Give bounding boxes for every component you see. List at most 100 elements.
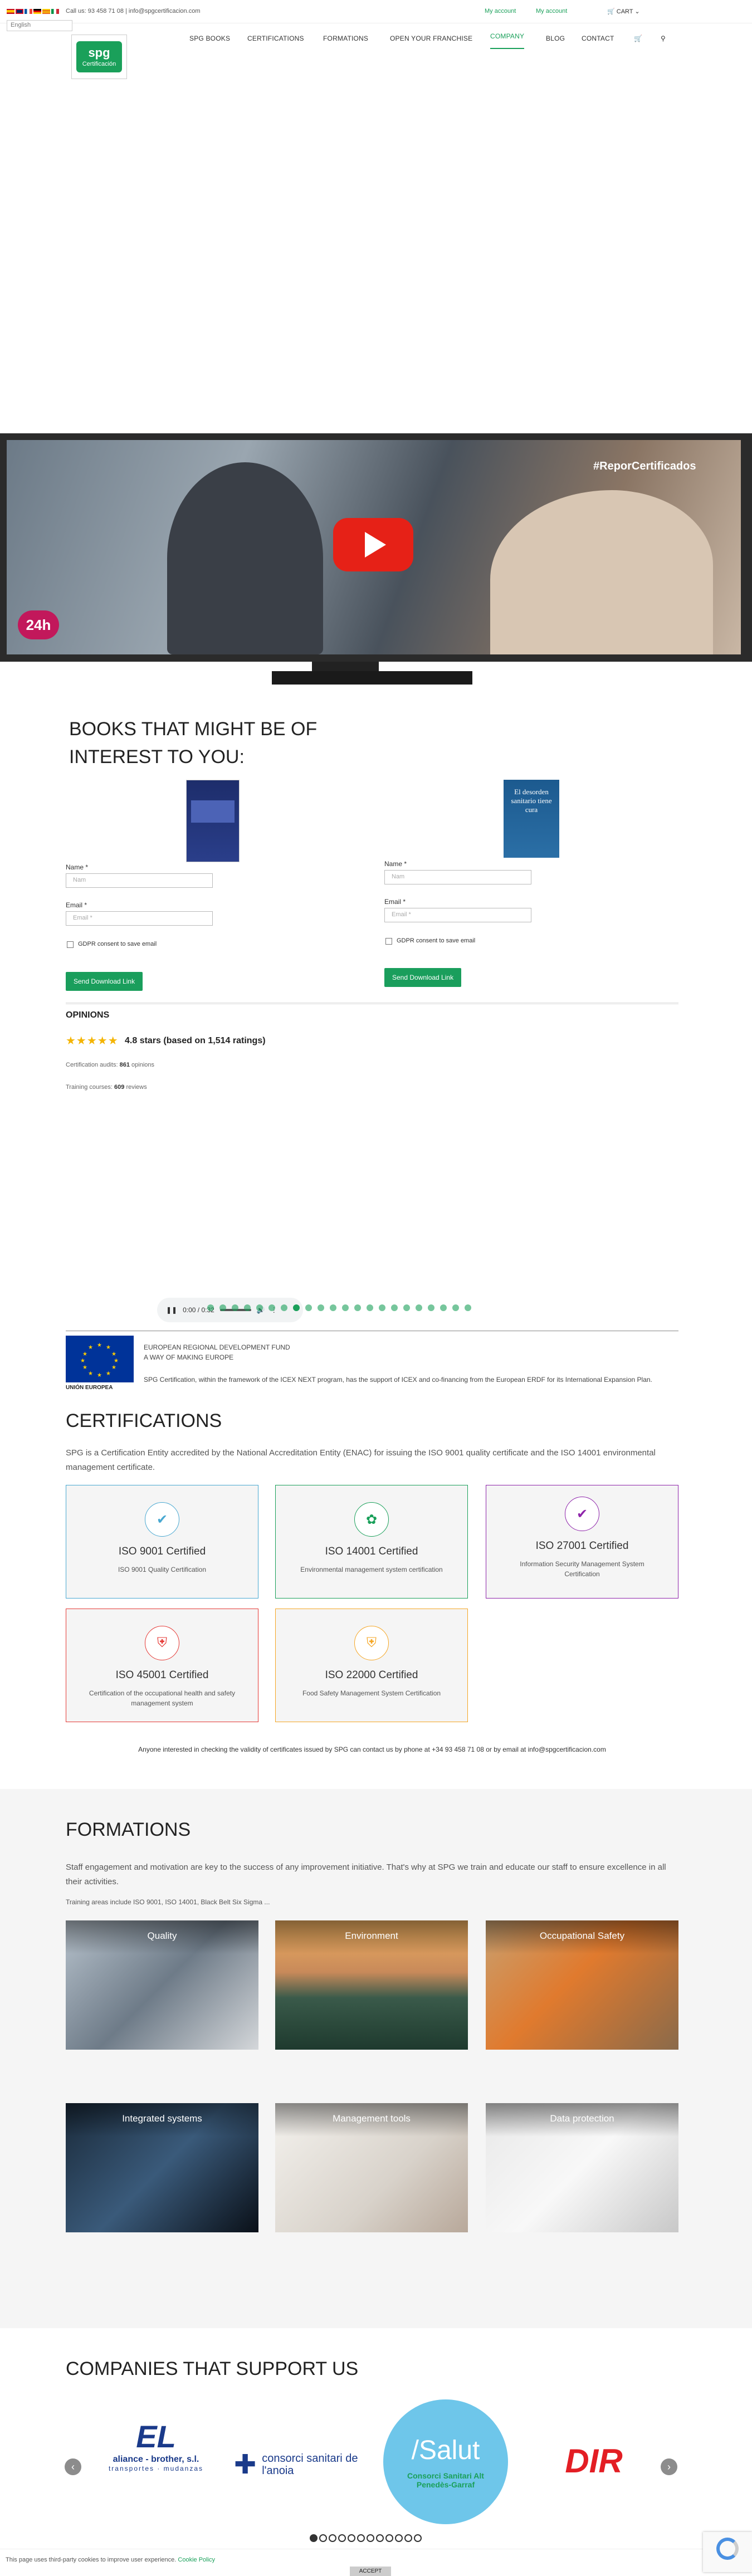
carousel-dot[interactable] [318,1304,324,1311]
cert-card-iso9001[interactable]: ✔ ISO 9001 Certified ISO 9001 Quality Ce… [66,1485,258,1599]
carousel-dot[interactable] [256,1304,263,1311]
search-icon[interactable]: ⚲ [661,35,666,42]
language-select[interactable]: English [7,20,72,31]
carousel-dot[interactable] [367,2534,374,2542]
flag-uk-icon[interactable] [16,9,23,14]
reviews-carousel-dots[interactable] [207,1304,471,1311]
tile-integrated-systems[interactable]: Integrated systems [66,2103,258,2232]
carousel-dot[interactable] [244,1304,251,1311]
carousel-dot[interactable] [293,1304,300,1311]
email-input[interactable]: Email * [66,911,213,926]
carousel-dot[interactable] [330,1304,336,1311]
play-icon [365,532,386,558]
company-logo-aliance[interactable]: EL aliance - brother, s.l. transportes ·… [95,2418,217,2502]
carousel-dot[interactable] [395,2534,403,2542]
accept-cookies-button[interactable]: ACCEPT [350,2567,391,2576]
company-logo-dir[interactable]: DIR [533,2442,655,2481]
carousel-dot[interactable] [440,1304,447,1311]
play-button[interactable] [333,518,413,571]
formations-title: FORMATIONS [66,1819,191,1840]
carousel-dot[interactable] [348,2534,355,2542]
carousel-dot[interactable] [338,2534,346,2542]
carousel-dot[interactable] [207,1304,214,1311]
nav-item-open-franchise[interactable]: OPEN YOUR FRANCHISE [390,35,472,42]
gdpr-checkbox[interactable] [67,941,74,948]
carousel-dot[interactable] [310,2534,318,2542]
nav-item-formations[interactable]: FORMATIONS [323,35,368,42]
carousel-dot[interactable] [376,2534,384,2542]
carousel-dot[interactable] [465,1304,471,1311]
email-input-2[interactable]: Email * [384,908,531,922]
recaptcha-badge[interactable] [703,2532,752,2572]
carousel-dot[interactable] [354,1304,361,1311]
carousel-dot[interactable] [281,1304,287,1311]
tile-management-tools[interactable]: Management tools [275,2103,468,2232]
companies-carousel-dots[interactable] [310,2534,422,2542]
courses-line: Training courses: 609 reviews [66,1084,147,1091]
gdpr-checkbox-2[interactable] [385,938,392,945]
name-input-2[interactable]: Nam [384,870,531,884]
flag-fr-icon[interactable] [25,9,32,14]
pause-icon[interactable]: ❚❚ [166,1306,177,1314]
cart-button[interactable]: 🛒 CART ⌄ [607,8,640,15]
nav-item-blog[interactable]: BLOG [546,35,565,42]
carousel-dot[interactable] [268,1304,275,1311]
carousel-dot[interactable] [305,1304,312,1311]
nav-item-certifications[interactable]: CERTIFICATIONS [247,35,304,42]
my-account-link[interactable]: My account [485,8,516,14]
chevron-down-icon: ⌄ [634,8,640,15]
contact-info[interactable]: Call us: 93 458 71 08 | info@spgcertific… [66,8,200,14]
tile-data-protection[interactable]: Data protection [486,2103,678,2232]
gdpr-label: GDPR consent to save email [78,941,157,947]
tile-quality[interactable]: Quality [66,1920,258,2050]
company-logo-consorci[interactable]: ✚ consorci sanitari de l'anoia [234,2445,379,2484]
flag-it-icon[interactable] [51,9,59,14]
carousel-dot[interactable] [414,2534,422,2542]
send-download-link-button[interactable]: Send Download Link [66,972,143,991]
email-label: Email * [66,901,87,909]
prev-arrow-icon[interactable]: ‹ [65,2458,81,2475]
carousel-dot[interactable] [452,1304,459,1311]
site-logo[interactable]: spg Certificación [71,35,127,79]
carousel-dot[interactable] [428,1304,434,1311]
tile-occupational-safety[interactable]: Occupational Safety [486,1920,678,2050]
carousel-dot[interactable] [379,1304,385,1311]
my-account-link-2[interactable]: My account [536,8,567,14]
cert-card-iso45001[interactable]: ⛨ ISO 45001 Certified Certification of t… [66,1609,258,1722]
name-label-2: Name * [384,860,407,868]
flag-ca-icon[interactable] [42,9,50,14]
flag-de-icon[interactable] [33,9,41,14]
cert-card-iso27001[interactable]: ✔ ISO 27001 Certified Information Securi… [486,1485,678,1599]
nav-item-company[interactable]: COMPANY [490,32,525,49]
carousel-dot[interactable] [391,1304,398,1311]
cert-title: ISO 27001 Certified [535,1540,629,1552]
carousel-dot[interactable] [385,2534,393,2542]
name-input[interactable]: Nam [66,873,213,888]
carousel-dot[interactable] [232,1304,238,1311]
cert-card-iso14001[interactable]: ✿ ISO 14001 Certified Environmental mana… [275,1485,468,1599]
cookie-policy-link[interactable]: Cookie Policy [178,2557,215,2563]
carousel-dot[interactable] [319,2534,327,2542]
courses-label: Training courses: [66,1084,113,1091]
nav-cart-icon[interactable]: 🛒 [634,35,642,42]
carousel-dot[interactable] [219,1304,226,1311]
nav-item-spg-books[interactable]: SPG BOOKS [189,35,230,42]
carousel-dot[interactable] [342,1304,349,1311]
company-logo-salut[interactable]: /Salut Consorci Sanitari Alt Penedès-Gar… [383,2399,508,2524]
carousel-dot[interactable] [357,2534,365,2542]
tile-environment[interactable]: Environment [275,1920,468,2050]
carousel-dot[interactable] [367,1304,373,1311]
send-download-link-button-2[interactable]: Send Download Link [384,968,462,987]
next-arrow-icon[interactable]: › [661,2458,677,2475]
nav-item-contact[interactable]: CONTACT [582,35,614,42]
carousel-dot[interactable] [329,2534,336,2542]
company-sub: transportes · mudanzas [108,2465,204,2472]
language-flags[interactable] [7,9,59,14]
carousel-dot[interactable] [404,2534,412,2542]
book-cover-1[interactable] [186,780,240,862]
carousel-dot[interactable] [403,1304,410,1311]
cert-card-iso22000[interactable]: ⛨ ISO 22000 Certified Food Safety Manage… [275,1609,468,1722]
flag-es-icon[interactable] [7,9,14,14]
carousel-dot[interactable] [416,1304,422,1311]
book-cover-2[interactable]: El desorden sanitario tiene cura [504,780,559,858]
